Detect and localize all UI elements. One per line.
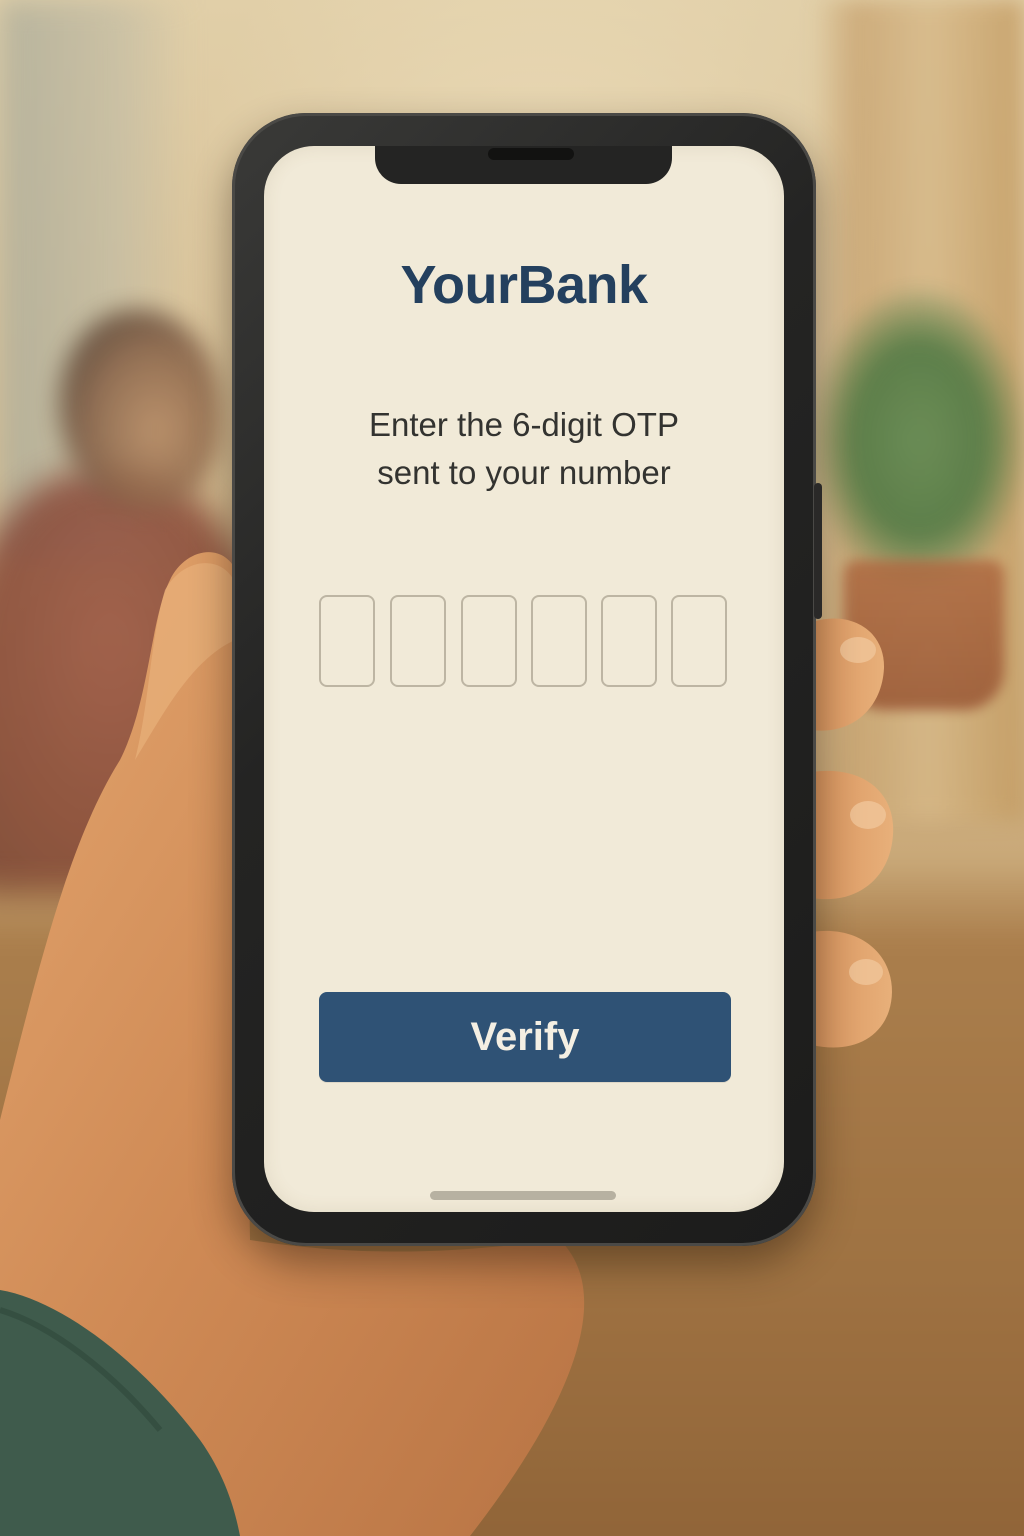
otp-digit-6-input[interactable] bbox=[671, 595, 727, 687]
smartphone: YourBank Enter the 6-digit OTP sent to y… bbox=[232, 113, 822, 1246]
background-plant-pot bbox=[844, 560, 1004, 710]
otp-digit-4-input[interactable] bbox=[531, 595, 587, 687]
otp-verification-screen: YourBank Enter the 6-digit OTP sent to y… bbox=[264, 146, 784, 1212]
verify-button[interactable]: Verify bbox=[319, 992, 731, 1082]
otp-digit-1-input[interactable] bbox=[319, 595, 375, 687]
otp-digit-2-input[interactable] bbox=[390, 595, 446, 687]
otp-instruction-text: Enter the 6-digit OTP sent to your numbe… bbox=[304, 401, 744, 497]
otp-instruction-line-2: sent to your number bbox=[377, 454, 671, 491]
phone-notch bbox=[375, 146, 672, 184]
home-indicator-bar[interactable] bbox=[430, 1191, 616, 1200]
background-person-body bbox=[0, 470, 260, 900]
earpiece-speaker bbox=[488, 148, 574, 160]
background-plant bbox=[814, 290, 1024, 590]
phone-side-button bbox=[814, 483, 822, 619]
otp-input-group bbox=[319, 595, 731, 689]
otp-digit-3-input[interactable] bbox=[461, 595, 517, 687]
otp-instruction-line-1: Enter the 6-digit OTP bbox=[369, 406, 679, 443]
otp-digit-5-input[interactable] bbox=[601, 595, 657, 687]
bank-logo-title: YourBank bbox=[400, 255, 648, 315]
